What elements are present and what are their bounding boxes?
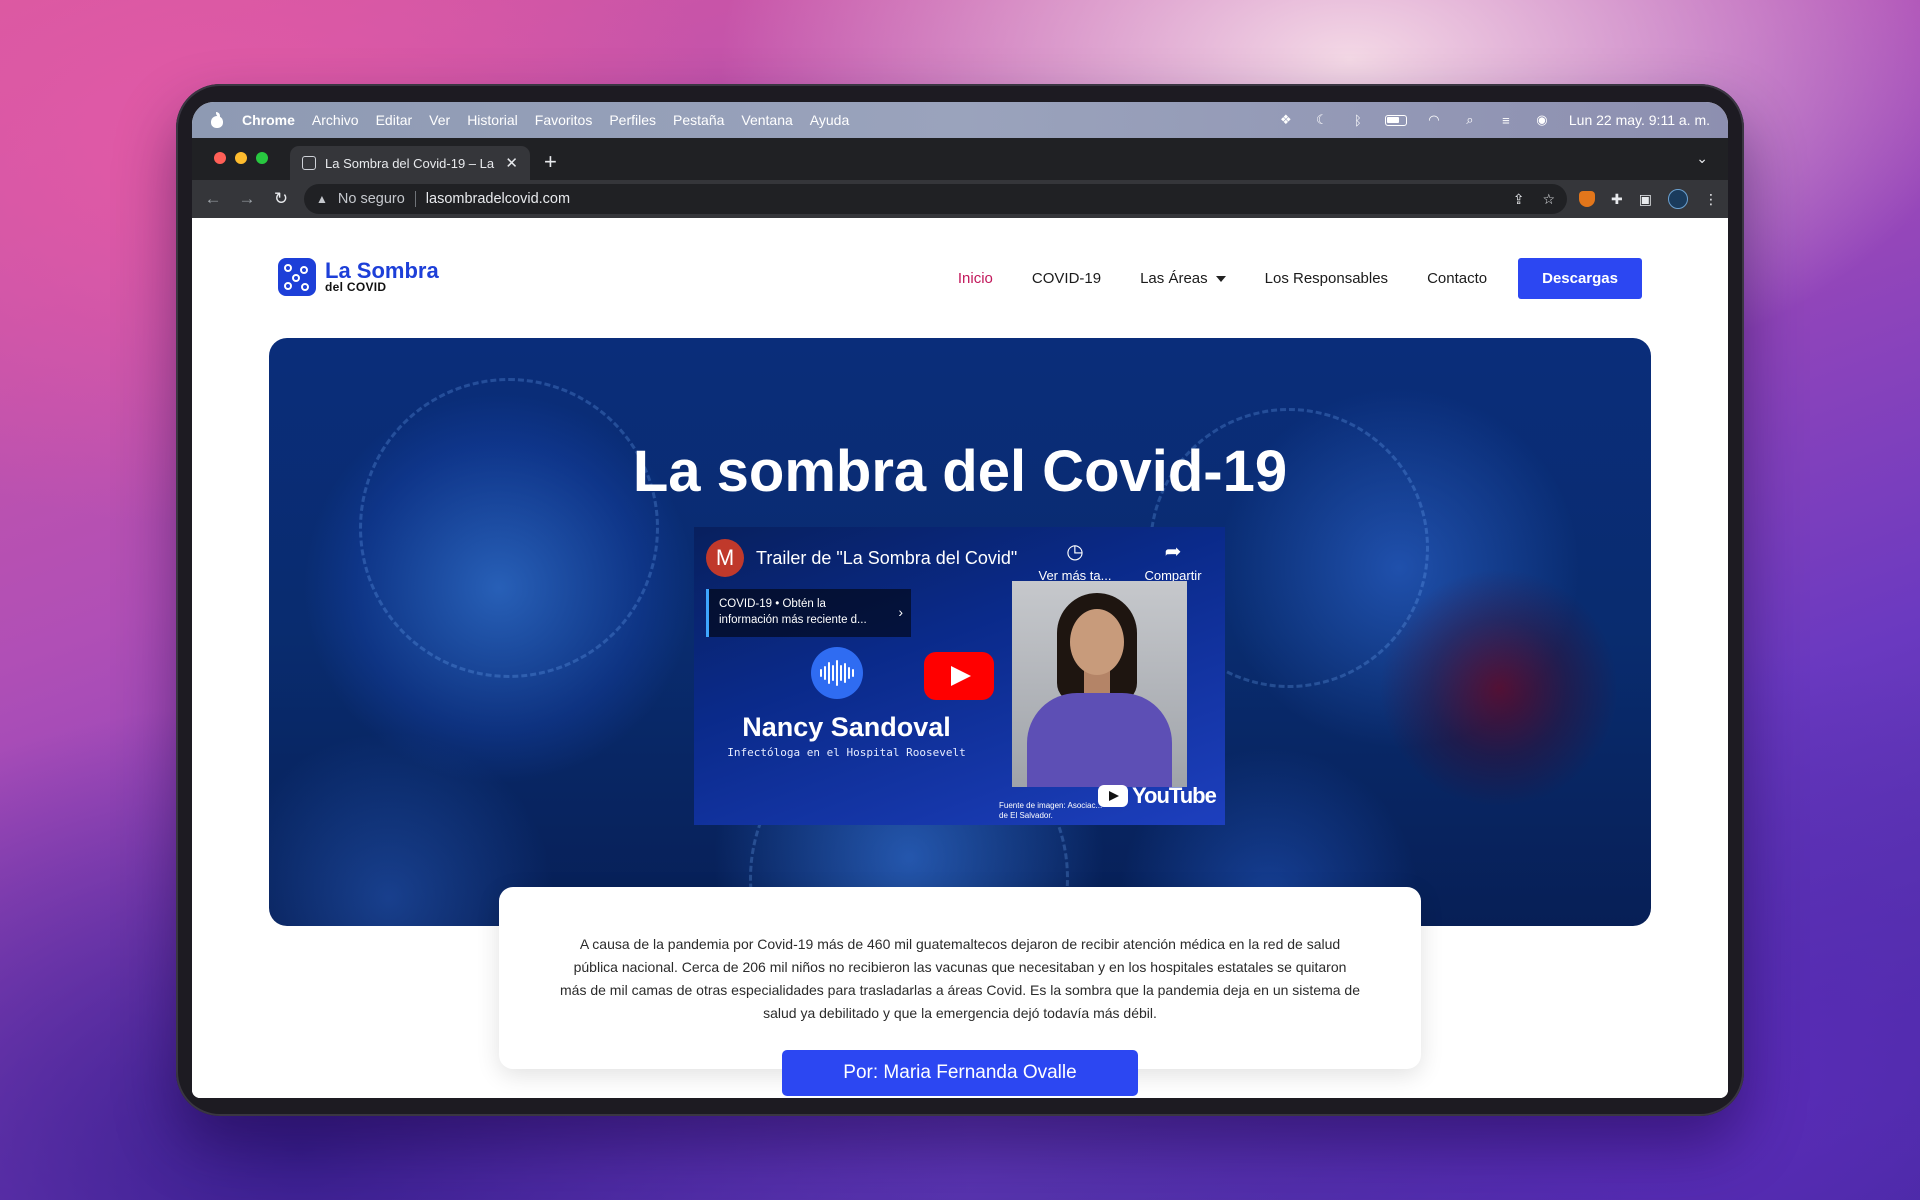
window-controls <box>214 152 268 164</box>
nav-las-areas[interactable]: Las Áreas <box>1140 270 1226 287</box>
browser-toolbar: ← → ↻ ▲ No seguro lasombradelcovid.com ⇪… <box>192 180 1728 218</box>
menu-editar[interactable]: Editar <box>376 112 413 128</box>
menu-historial[interactable]: Historial <box>467 112 518 128</box>
apple-icon[interactable] <box>210 112 224 128</box>
nav-contacto[interactable]: Contacto <box>1427 270 1487 287</box>
person-name: Nancy Sandoval <box>742 712 951 742</box>
watch-later-button[interactable]: ◷ Ver más ta... <box>1030 539 1120 583</box>
warning-icon[interactable]: ▲ <box>316 192 328 206</box>
close-tab-icon[interactable]: ✕ <box>505 154 518 172</box>
summary-text: A causa de la pandemia por Covid-19 más … <box>560 936 1360 1021</box>
menu-pestana[interactable]: Pestaña <box>673 112 724 128</box>
person-role: Infectóloga en el Hospital Roosevelt <box>727 746 966 759</box>
channel-avatar[interactable]: M <box>706 539 744 577</box>
logo-line1: La Sombra <box>325 258 439 283</box>
website: La Sombra del COVID Inicio COVID-19 Las … <box>192 218 1728 1098</box>
play-button[interactable] <box>924 652 994 700</box>
security-label[interactable]: No seguro <box>338 191 405 207</box>
screen: Chrome Archivo Editar Ver Historial Favo… <box>192 102 1728 1098</box>
omnibox-actions: ⇪ ☆ <box>1513 191 1555 208</box>
portrait-image <box>1012 581 1187 787</box>
divider <box>414 191 416 207</box>
minimize-window-button[interactable] <box>235 152 247 164</box>
youtube-embed[interactable]: M Trailer de "La Sombra del Covid" ◷ Ver… <box>694 527 1225 825</box>
reload-button[interactable]: ↻ <box>270 189 292 209</box>
spotlight-icon[interactable]: ⌕ <box>1461 112 1479 127</box>
clock-icon: ◷ <box>1066 541 1084 563</box>
tab-title: La Sombra del Covid-19 – La s <box>325 155 497 171</box>
menu-ventana[interactable]: Ventana <box>741 112 792 128</box>
extension-area: ✚ ▣ ⋮ <box>1579 189 1718 209</box>
profile-avatar[interactable] <box>1668 189 1688 209</box>
forward-button[interactable]: → <box>236 189 258 209</box>
nav-covid19[interactable]: COVID-19 <box>1032 270 1101 287</box>
share-button[interactable]: ➦ Compartir <box>1128 539 1218 583</box>
chevron-right-icon: › <box>898 604 903 620</box>
nav-inicio[interactable]: Inicio <box>958 270 993 287</box>
audio-wave-icon <box>811 647 863 699</box>
tab-search-chevron-icon[interactable]: ⌄ <box>1696 150 1708 167</box>
menu-perfiles[interactable]: Perfiles <box>609 112 656 128</box>
menu-ver[interactable]: Ver <box>429 112 450 128</box>
virus-decoration <box>359 378 659 678</box>
source-line2: de El Salvador. <box>999 811 1053 820</box>
menu-archivo[interactable]: Archivo <box>312 112 359 128</box>
moon-icon[interactable]: ☾ <box>1313 112 1331 127</box>
url-text[interactable]: lasombradelcovid.com <box>426 191 570 207</box>
back-button[interactable]: ← <box>202 189 224 209</box>
youtube-wordmark: YouTube <box>1132 783 1217 808</box>
info-card-line1: COVID-19 • Obtén la <box>719 598 826 610</box>
youtube-logo[interactable]: YouTube <box>1098 783 1217 809</box>
author-button[interactable]: Por: Maria Fernanda Ovalle <box>782 1050 1138 1096</box>
status-area: ❖ ☾ ᛒ ◠ ⌕ ≡ ◉ Lun 22 may. 9:11 a. m. <box>1277 112 1710 128</box>
share-arrow-icon: ➦ <box>1164 541 1182 563</box>
hero-banner: La sombra del Covid-19 M Trailer de "La … <box>269 338 1651 926</box>
control-center-icon[interactable]: ≡ <box>1497 113 1515 128</box>
wifi-icon[interactable]: ◠ <box>1425 112 1443 127</box>
address-bar[interactable]: ▲ No seguro lasombradelcovid.com ⇪ ☆ <box>304 184 1568 214</box>
battery-icon[interactable] <box>1384 114 1407 126</box>
extensions-puzzle-icon[interactable]: ✚ <box>1611 191 1623 208</box>
mac-menubar: Chrome Archivo Editar Ver Historial Favo… <box>192 102 1728 138</box>
menu-ayuda[interactable]: Ayuda <box>810 112 849 128</box>
logo-text: La Sombra del COVID <box>325 258 439 294</box>
bookmark-star-icon[interactable]: ☆ <box>1542 191 1555 208</box>
zoom-window-button[interactable] <box>256 152 268 164</box>
new-tab-button[interactable]: + <box>544 149 557 175</box>
close-window-button[interactable] <box>214 152 226 164</box>
menu-chrome[interactable]: Chrome <box>242 112 295 128</box>
menu-favoritos[interactable]: Favoritos <box>535 112 593 128</box>
tab-strip: La Sombra del Covid-19 – La s ✕ + ⌄ <box>192 138 1728 180</box>
clock[interactable]: Lun 22 may. 9:11 a. m. <box>1569 112 1710 128</box>
dropbox-icon[interactable]: ❖ <box>1277 112 1295 127</box>
share-icon[interactable]: ⇪ <box>1513 191 1525 208</box>
video-title[interactable]: Trailer de "La Sombra del Covid" <box>756 548 1017 569</box>
nav-responsables[interactable]: Los Responsables <box>1265 270 1388 287</box>
video-header: M Trailer de "La Sombra del Covid" <box>706 539 1017 577</box>
chrome-menu-icon[interactable]: ⋮ <box>1704 191 1718 208</box>
site-header: La Sombra del COVID Inicio COVID-19 Las … <box>192 218 1728 338</box>
summary-card: A causa de la pandemia por Covid-19 más … <box>499 887 1421 1069</box>
site-logo[interactable]: La Sombra del COVID <box>278 258 439 296</box>
info-card-line2: información más reciente d... <box>719 614 867 626</box>
dropdown-caret-icon <box>1215 276 1226 283</box>
main-nav: Inicio COVID-19 Las Áreas Los Responsabl… <box>958 258 1642 299</box>
side-panel-icon[interactable]: ▣ <box>1639 191 1652 208</box>
covid-info-card[interactable]: COVID-19 • Obtén la información más reci… <box>706 589 911 637</box>
virus-logo-icon <box>278 258 316 296</box>
nav-las-areas-label: Las Áreas <box>1140 270 1208 287</box>
metamask-extension-icon[interactable] <box>1579 191 1596 207</box>
siri-icon[interactable]: ◉ <box>1533 112 1551 127</box>
youtube-play-icon <box>1098 785 1128 807</box>
hero-title: La sombra del Covid-19 <box>632 439 1288 504</box>
bluetooth-icon[interactable]: ᛒ <box>1349 113 1367 128</box>
descargas-button[interactable]: Descargas <box>1518 258 1642 299</box>
tab-active[interactable]: La Sombra del Covid-19 – La s ✕ <box>290 146 530 180</box>
favicon-icon <box>302 156 316 170</box>
